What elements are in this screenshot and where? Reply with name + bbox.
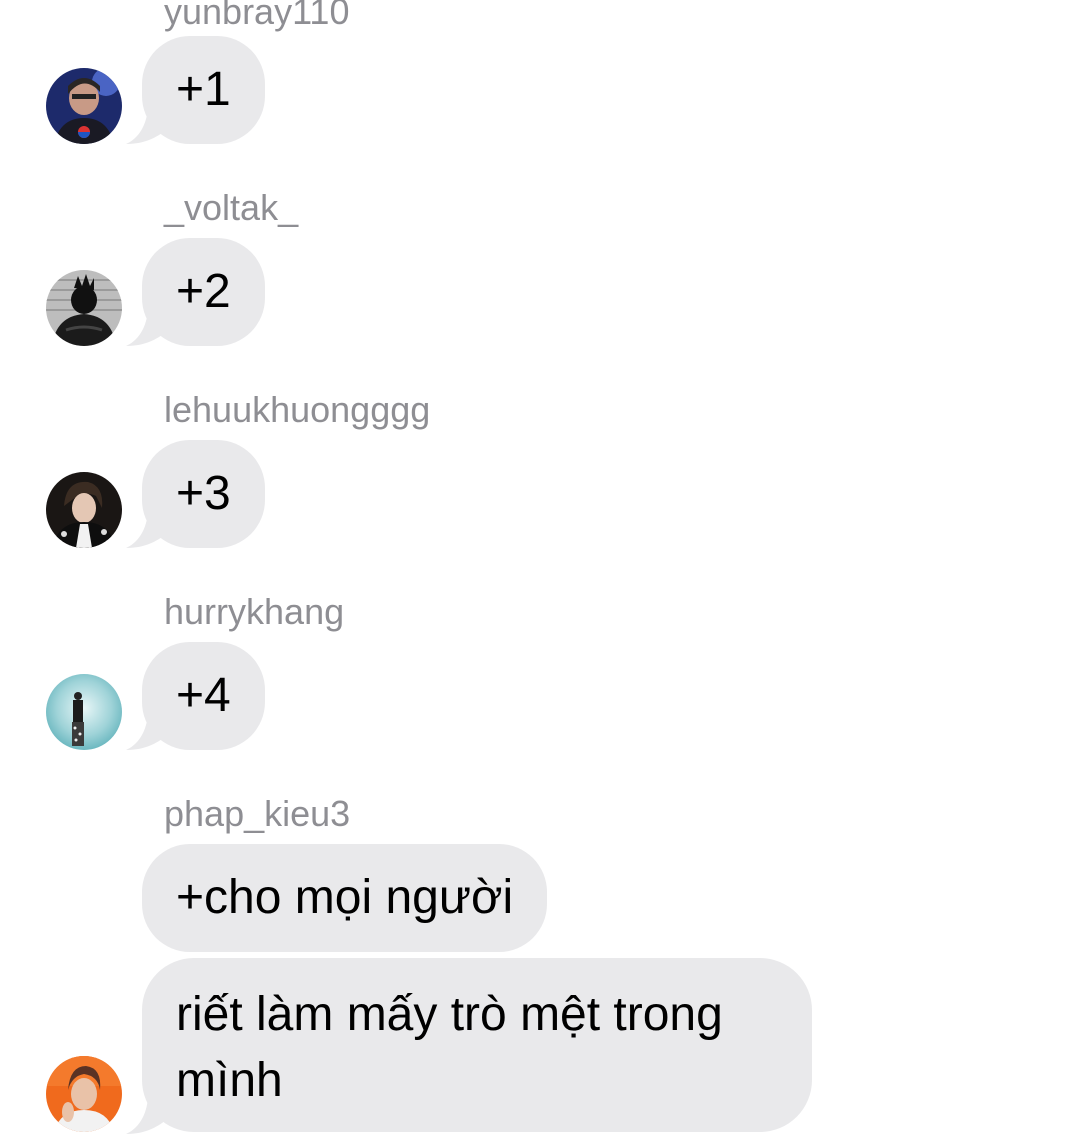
sender-name: yunbray110	[164, 0, 350, 32]
avatar[interactable]	[46, 472, 122, 548]
user-avatar-icon	[46, 674, 122, 750]
sender-name: lehuukhuongggg	[164, 389, 431, 430]
message-bubble[interactable]: riết làm mấy trò mệt trong mình	[142, 958, 812, 1132]
message-bubble[interactable]: +cho mọi người	[142, 844, 548, 952]
bubble-tail-icon	[126, 710, 166, 750]
sender-name: phap_kieu3	[164, 793, 351, 834]
user-avatar-icon	[46, 1056, 122, 1132]
sender-name: _voltak_	[164, 187, 299, 228]
sender-name: hurrykhang	[164, 591, 345, 632]
bubble-tail-icon	[126, 508, 166, 548]
user-avatar-icon	[46, 68, 122, 144]
bubble-tail-icon	[126, 306, 166, 346]
avatar[interactable]	[46, 270, 122, 346]
avatar[interactable]	[46, 68, 122, 144]
message-text: +3	[176, 467, 231, 520]
avatar[interactable]	[46, 1056, 122, 1132]
user-avatar-icon	[46, 270, 122, 346]
message-text: +2	[176, 265, 231, 318]
bubble-tail-icon	[126, 104, 166, 144]
bubble-tail-icon	[126, 1094, 166, 1134]
message-text: riết làm mấy trò mệt trong mình	[176, 988, 723, 1107]
avatar[interactable]	[46, 674, 122, 750]
message-text: +1	[176, 63, 231, 116]
message-text: +4	[176, 669, 231, 722]
message-text: +cho mọi người	[176, 871, 514, 924]
user-avatar-icon	[46, 472, 122, 548]
